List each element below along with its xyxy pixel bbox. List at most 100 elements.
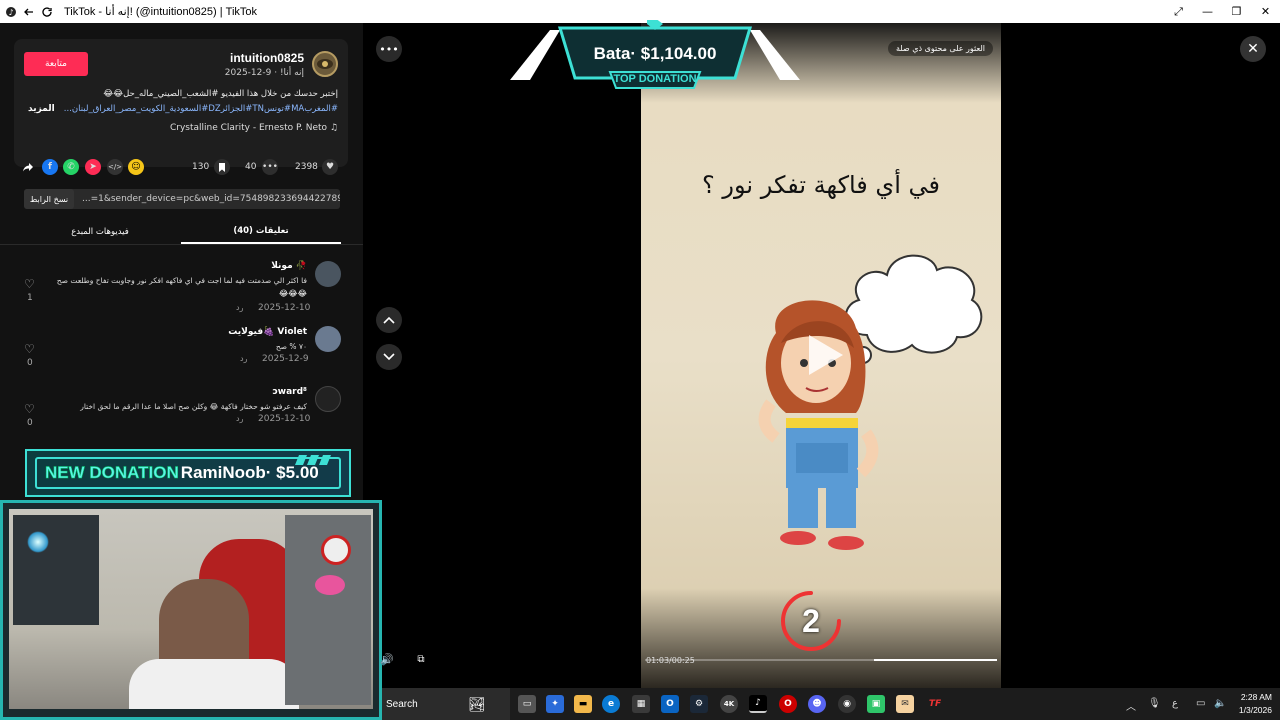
embed-icon[interactable]: </> <box>107 158 123 176</box>
tabs-divider <box>0 244 363 245</box>
store-icon[interactable]: ▦ <box>632 695 650 713</box>
creator-username[interactable]: intuition0825 <box>230 51 304 65</box>
fullscreen-exit-icon[interactable]: ⤢ <box>1164 0 1193 23</box>
clock-date: 1/3/2026 <box>1238 705 1272 715</box>
edge-icon[interactable]: e <box>602 695 620 713</box>
facebook-icon[interactable]: f <box>42 158 58 176</box>
share-icon[interactable] <box>22 158 34 176</box>
opera-icon[interactable]: O <box>779 695 797 713</box>
restore-icon[interactable]: ❐ <box>1222 0 1251 23</box>
tiktok-taskbar-icon[interactable]: ♪ <box>749 695 767 713</box>
repost-icon[interactable]: ☺ <box>128 158 144 176</box>
commenter-avatar[interactable] <box>315 326 341 352</box>
follow-button[interactable]: متابعة <box>24 52 88 76</box>
reply-button[interactable]: رد <box>236 303 243 312</box>
discord-icon[interactable]: ☻ <box>808 695 826 713</box>
new-donation-donor: RamiNoob· $5.00 <box>180 463 319 482</box>
music-link[interactable]: Crystalline Clarity - Ernesto P. Neto ♫ <box>170 123 338 133</box>
minimize-icon[interactable]: — <box>1193 0 1222 23</box>
comment-like-icon[interactable]: ♡ <box>24 277 35 291</box>
taskbar-clock[interactable]: 2:28 AM 1/3/2026 <box>1239 691 1272 717</box>
comment-text: كيف عرفتو شو حختار فاكهة 😂 وكلن صح اصلا … <box>80 402 307 411</box>
reply-button[interactable]: رد <box>240 354 247 363</box>
back-icon[interactable] <box>22 5 36 19</box>
reply-button[interactable]: رد <box>236 414 243 423</box>
reload-icon[interactable] <box>40 5 54 19</box>
tab-creator-videos[interactable]: فيديوهات المبدع <box>20 219 180 244</box>
creator-avatar[interactable] <box>312 51 338 77</box>
tab-comments[interactable]: تعليقات (40) <box>181 219 341 244</box>
speaker-icon[interactable]: 🔈 <box>1214 698 1226 709</box>
streamer-jacket <box>129 659 299 709</box>
music-title: Crystalline Clarity - Ernesto P. Neto <box>169 123 328 133</box>
comment-icon[interactable]: ••• <box>262 158 278 176</box>
tf-app-icon[interactable]: TF <box>926 695 944 713</box>
clock-time: 2:28 AM <box>1240 692 1272 702</box>
game-app-icon[interactable]: ▣ <box>867 695 885 713</box>
panel-tabs: فيديوهات المبدع تعليقات (40) <box>0 219 363 244</box>
cartoon-girl-illustration <box>758 300 879 550</box>
next-video-button[interactable] <box>376 344 402 370</box>
commenter-avatar[interactable] <box>315 261 341 287</box>
countdown-number: 2 <box>802 603 820 639</box>
play-icon[interactable] <box>805 333 845 377</box>
telegram-icon[interactable]: ➤ <box>85 158 101 176</box>
commenter-name[interactable]: ɔward⁸ <box>272 387 307 397</box>
comment-emoji: 😂😂😂 <box>278 289 307 298</box>
volume-icon[interactable]: 🔊 <box>376 648 398 670</box>
link-url-field[interactable]: ...=1&sender_device=pc&web_id=7548982336… <box>74 194 340 204</box>
mail-app-icon[interactable]: ✉ <box>896 695 914 713</box>
post-hashtags[interactable]: #المغربMA#تونسTN#الجزائرDZ#السعودية_الكو… <box>64 104 338 114</box>
comment-like-count: 0 <box>27 358 33 368</box>
webcam-shelf <box>285 515 371 705</box>
steam-icon[interactable]: ⚙ <box>690 695 708 713</box>
commenter-name[interactable]: مونلا 🥀 <box>271 261 307 271</box>
keyboard-language[interactable]: ع <box>1172 698 1178 709</box>
video-question-text: في أي فاكهة تفكر نور ؟ <box>702 171 940 199</box>
video-player[interactable]: العثور على محتوى ذي صلة في أي فاكهة تفكر… <box>641 23 1001 688</box>
close-video-button[interactable]: ✕ <box>1240 36 1266 62</box>
taskbar-search[interactable]: Search 🏞 <box>382 688 510 720</box>
file-explorer-icon[interactable]: ▬ <box>574 695 592 713</box>
post-date: إنه أنا! · 9-12-2025 <box>224 68 304 78</box>
copy-link-button[interactable]: نسخ الرابط <box>24 189 74 209</box>
tray-chevron-icon[interactable]: ︿ <box>1126 698 1136 713</box>
like-heart-icon[interactable]: ♥ <box>322 158 338 176</box>
comment-item: فيولايت🍇 Violet ٧٠ % صح 2025-12-9 رد ♡ 0 <box>0 320 363 380</box>
share-link-box: نسخ الرابط ...=1&sender_device=pc&web_id… <box>24 189 340 209</box>
new-donation-overlay: NEW DONATION RamiNoob· $5.00 <box>25 449 351 497</box>
window-title: TikTok - إنه أنا! (@intuition0825) | Tik… <box>64 6 258 18</box>
outlook-icon[interactable]: O <box>661 695 679 713</box>
previous-video-button[interactable] <box>376 307 402 333</box>
pip-icon[interactable]: ⧉ <box>410 648 432 670</box>
post-description: إختبر حدسك من خلال هذا الفيديو #الشعب_ال… <box>103 89 338 99</box>
svg-text:♪: ♪ <box>8 8 13 17</box>
comment-like-icon[interactable]: ♡ <box>24 342 35 356</box>
task-view-icon[interactable]: ▭ <box>518 695 536 713</box>
comment-date: 2025-12-10 <box>258 414 311 424</box>
comment-date: 2025-12-9 <box>262 354 309 364</box>
comment-like-icon[interactable]: ♡ <box>24 402 35 416</box>
4k-app-icon[interactable]: 4K <box>720 695 738 713</box>
network-icon[interactable]: ▭ <box>1196 698 1205 709</box>
whatsapp-icon[interactable]: ✆ <box>63 158 79 176</box>
more-button[interactable]: المزيد <box>28 104 55 114</box>
microphone-icon[interactable]: 🎙 <box>1148 698 1161 709</box>
obs-icon[interactable]: ◉ <box>838 695 856 713</box>
music-note-icon: ♫ <box>329 123 338 133</box>
more-options-button[interactable]: ••• <box>376 36 402 62</box>
video-progress-bar[interactable] <box>645 659 997 661</box>
close-window-icon[interactable]: ✕ <box>1251 0 1280 23</box>
webcam-inset-video <box>13 515 99 625</box>
commenter-name[interactable]: فيولايت🍇 Violet <box>228 327 307 337</box>
new-donation-label: NEW DONATION <box>45 463 179 483</box>
bookmark-icon[interactable] <box>214 158 230 176</box>
find-related-button[interactable]: العثور على محتوى ذي صلة <box>887 41 993 56</box>
copilot-icon[interactable]: ✦ <box>546 695 564 713</box>
comment-like-count: 1 <box>27 293 33 303</box>
likes-count: 2398 <box>295 162 318 172</box>
commenter-avatar[interactable] <box>315 386 341 412</box>
saves-count: 130 <box>192 162 210 172</box>
webcam-feed <box>9 509 373 709</box>
comment-date: 2025-12-10 <box>258 303 311 313</box>
